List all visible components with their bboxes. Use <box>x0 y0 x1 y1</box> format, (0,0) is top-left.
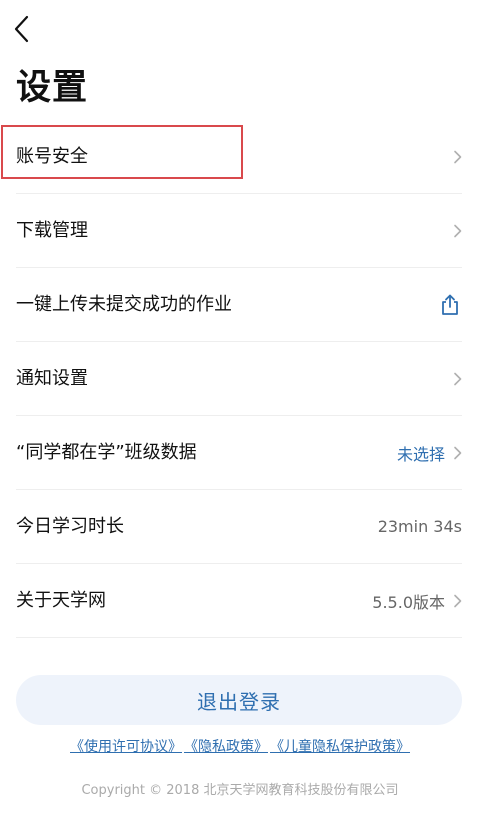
chevron-right-icon <box>454 224 462 237</box>
version-value: 5.5.0版本 <box>372 592 445 612</box>
study-time-value: 23min 34s <box>377 517 462 536</box>
logout-button[interactable]: 退出登录 <box>16 675 462 725</box>
menu-item-label: 下载管理 <box>16 219 88 241</box>
menu-item-label: 一键上传未提交成功的作业 <box>16 293 232 315</box>
chevron-right-icon <box>454 150 462 163</box>
menu-item-label: 今日学习时长 <box>16 515 124 537</box>
privacy-policy-link[interactable]: 《隐私政策》 <box>184 736 268 756</box>
menu-item-study-time: 今日学习时长 23min 34s <box>16 490 462 564</box>
settings-page: 设置 账号安全 下载管理 一键上传未提交成功的作业 通知设置 “同学都在学”班级… <box>0 0 480 827</box>
settings-menu: 账号安全 下载管理 一键上传未提交成功的作业 通知设置 “同学都在学”班级数据 … <box>1 120 462 638</box>
menu-item-download-manager[interactable]: 下载管理 <box>16 194 462 268</box>
chevron-right-icon <box>454 594 462 607</box>
back-button[interactable] <box>6 12 36 46</box>
policy-links: 《使用许可协议》 《隐私政策》 《儿童隐私保护政策》 <box>0 736 480 756</box>
menu-item-label: 关于天学网 <box>16 589 106 611</box>
menu-item-label: 账号安全 <box>16 145 88 167</box>
chevron-right-icon <box>454 372 462 385</box>
child-privacy-policy-link[interactable]: 《儿童隐私保护政策》 <box>270 736 410 756</box>
class-data-value: 未选择 <box>396 444 445 464</box>
chevron-right-icon <box>454 446 462 459</box>
license-agreement-link[interactable]: 《使用许可协议》 <box>70 736 182 756</box>
copyright-text: Copyright © 2018 北京天学网教育科技股份有限公司 <box>81 783 399 798</box>
menu-item-upload-homework[interactable]: 一键上传未提交成功的作业 <box>16 268 462 342</box>
chevron-left-icon <box>14 15 29 43</box>
menu-item-account-security[interactable]: 账号安全 <box>1 120 462 194</box>
menu-item-about[interactable]: 关于天学网 5.5.0版本 <box>16 564 462 638</box>
menu-item-class-data[interactable]: “同学都在学”班级数据 未选择 <box>16 416 462 490</box>
menu-item-notification-settings[interactable]: 通知设置 <box>16 342 462 416</box>
share-upload-icon[interactable] <box>438 293 462 317</box>
page-title: 设置 <box>16 68 89 108</box>
menu-item-label: “同学都在学”班级数据 <box>16 441 197 463</box>
menu-item-label: 通知设置 <box>16 367 88 389</box>
